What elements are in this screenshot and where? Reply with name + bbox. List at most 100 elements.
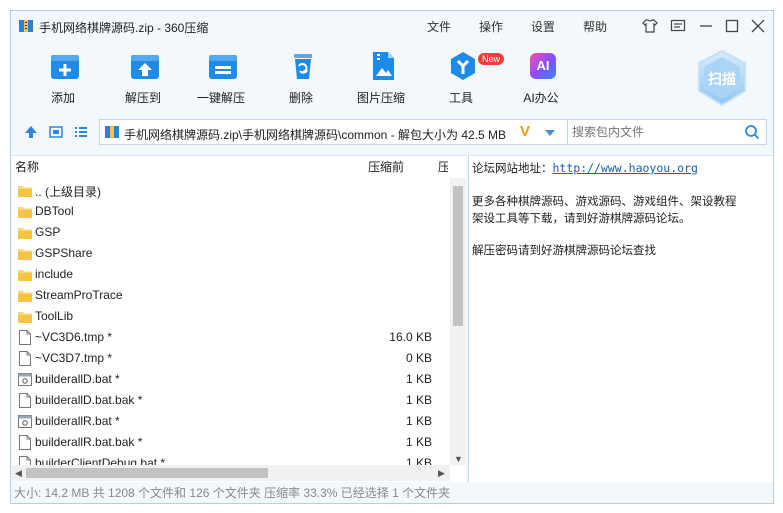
table-row[interactable]: StreamProTrace <box>12 285 448 306</box>
one-click-extract-label: 一键解压 <box>196 91 245 105</box>
chevron-down-icon[interactable] <box>544 128 556 138</box>
feedback-icon[interactable] <box>669 17 687 35</box>
file-icon <box>19 456 31 465</box>
file-size: 1 KB <box>405 372 432 386</box>
folder-icon <box>18 312 32 323</box>
extract-to-icon <box>131 55 159 79</box>
file-icon <box>19 330 31 345</box>
image-compress-icon <box>373 52 394 80</box>
table-row[interactable]: .. (上级目录) <box>12 180 448 201</box>
scan-button[interactable]: 扫描 <box>695 49 749 107</box>
thumbnail-view-icon[interactable] <box>48 124 64 140</box>
address-bar[interactable]: 手机网络棋牌源码.zip\手机网络棋牌源码\common - 解包大小为 42.… <box>99 119 571 145</box>
delete-label: 删除 <box>288 91 313 105</box>
file-name: builderallR.bat * <box>35 414 120 428</box>
table-row[interactable]: builderallD.bat * 1 KB <box>12 369 448 390</box>
file-name: builderallR.bat.bak * <box>35 435 143 449</box>
one-click-extract-icon <box>209 55 237 79</box>
search-icon[interactable] <box>744 124 760 140</box>
add-button[interactable]: 添加 <box>33 47 93 107</box>
menu-file[interactable]: 文件 <box>427 18 451 35</box>
delete-button[interactable]: 删除 <box>271 47 331 107</box>
file-icon <box>19 435 31 450</box>
image-compress-button[interactable]: 图片压缩 <box>351 47 411 107</box>
image-compress-label: 图片压缩 <box>356 91 405 105</box>
extract-to-label: 解压到 <box>124 91 161 105</box>
table-row[interactable]: builderallD.bat.bak * 1 KB <box>12 390 448 411</box>
maximize-icon[interactable] <box>723 17 741 35</box>
menu-settings[interactable]: 设置 <box>531 18 555 35</box>
table-row[interactable]: ~VC3D7.tmp * 0 KB <box>12 348 448 369</box>
skin-shirt-icon[interactable] <box>641 17 659 35</box>
table-row[interactable]: ~VC3D6.tmp * 16.0 KB <box>12 327 448 348</box>
column-header-compressed[interactable]: 压 <box>438 156 448 178</box>
vertical-scroll-thumb[interactable] <box>453 186 463 326</box>
table-row[interactable]: builderallR.bat * 1 KB <box>12 411 448 432</box>
scroll-right-arrow-icon[interactable]: ▶ <box>438 468 445 478</box>
list-view-icon[interactable] <box>73 124 89 140</box>
table-row[interactable]: builderClientDebug.bat * 1 KB <box>12 453 448 465</box>
archive-comment-pane: 论坛网站地址：http://www.haoyou.org 更多各种棋牌源码、游戏… <box>468 155 773 482</box>
folder-icon <box>18 249 32 260</box>
horizontal-scroll-thumb[interactable] <box>26 468 268 478</box>
batch-file-icon <box>18 415 32 428</box>
table-row[interactable]: builderallR.bat.bak * 1 KB <box>12 432 448 453</box>
ai-icon-text: AI <box>536 58 550 73</box>
file-size: 16.0 KB <box>389 330 432 344</box>
window-title: 手机网络棋牌源码.zip - 360压缩 <box>39 21 209 35</box>
extract-to-button[interactable]: 解压到 <box>113 47 173 107</box>
search-box[interactable] <box>567 119 767 145</box>
comment-line-forum: 论坛网站地址：http://www.haoyou.org <box>472 160 698 176</box>
search-input[interactable] <box>572 124 732 140</box>
file-name: DBTool <box>35 204 74 218</box>
file-size: 1 KB <box>405 435 432 449</box>
v-badge-icon: V <box>520 123 531 140</box>
scroll-down-arrow-icon[interactable]: ▼ <box>454 454 463 464</box>
table-row[interactable]: GSP <box>12 222 448 243</box>
table-row[interactable]: include <box>12 264 448 285</box>
table-row[interactable]: ToolLib <box>12 306 448 327</box>
vertical-scrollbar[interactable]: ▼ <box>450 178 466 465</box>
file-icon <box>19 351 31 366</box>
ai-office-label: AI办公 <box>523 91 559 105</box>
scan-label: 扫描 <box>708 71 736 87</box>
table-row[interactable]: GSPShare <box>12 243 448 264</box>
up-arrow-icon[interactable] <box>23 124 39 140</box>
file-name: builderClientDebug.bat * <box>35 456 166 465</box>
close-icon[interactable] <box>749 17 767 35</box>
new-badge: New <box>478 53 505 65</box>
add-icon <box>51 55 79 79</box>
file-list-pane: 名称 压缩前 压 .. (上级目录) DBTool GSP GSPShare inclu… <box>12 155 466 482</box>
minimize-icon[interactable] <box>697 17 715 35</box>
comment-forum-label: 论坛网站地址： <box>472 161 553 175</box>
folder-icon <box>18 207 32 218</box>
title-bar: 手机网络棋牌源码.zip - 360压缩 文件 操作 设置 帮助 <box>11 11 773 41</box>
column-header-name[interactable]: 名称 <box>15 156 39 178</box>
file-name: ~VC3D7.tmp * <box>35 351 113 365</box>
column-header-original-size[interactable]: 压缩前 <box>368 156 404 178</box>
forum-link[interactable]: http://www.haoyou.org <box>553 161 698 175</box>
app-window: 手机网络棋牌源码.zip - 360压缩 文件 操作 设置 帮助 添加 解压到 … <box>10 10 774 504</box>
folder-icon <box>18 228 32 239</box>
file-list: .. (上级目录) DBTool GSP GSPShare include StreamP… <box>12 180 448 465</box>
menu-operate[interactable]: 操作 <box>479 18 503 35</box>
ai-office-button[interactable]: AI AI办公 <box>511 47 571 107</box>
horizontal-scrollbar[interactable]: ◀ ▶ <box>12 465 450 481</box>
menu-help[interactable]: 帮助 <box>583 18 607 35</box>
comment-line-download: 架设工具等下载，请到好游棋牌源码论坛。 <box>472 211 691 225</box>
file-size: 1 KB <box>405 393 432 407</box>
one-click-extract-button[interactable]: 一键解压 <box>191 47 251 107</box>
folder-icon <box>18 291 32 302</box>
file-name: .. (上级目录) <box>35 185 101 199</box>
add-label: 添加 <box>50 91 75 105</box>
file-name: ~VC3D6.tmp * <box>35 330 113 344</box>
tools-icon <box>451 52 475 80</box>
scroll-left-arrow-icon[interactable]: ◀ <box>15 468 22 478</box>
file-name: GSPShare <box>35 246 93 260</box>
zip-file-icon <box>105 126 119 138</box>
table-row[interactable]: DBTool <box>12 201 448 222</box>
file-name: builderallD.bat * <box>35 372 120 386</box>
comment-line-more: 更多各种棋牌源码、游戏源码、游戏组件、架设教程 <box>472 194 737 208</box>
file-size: 0 KB <box>405 351 432 365</box>
file-name: builderallD.bat.bak * <box>35 393 143 407</box>
